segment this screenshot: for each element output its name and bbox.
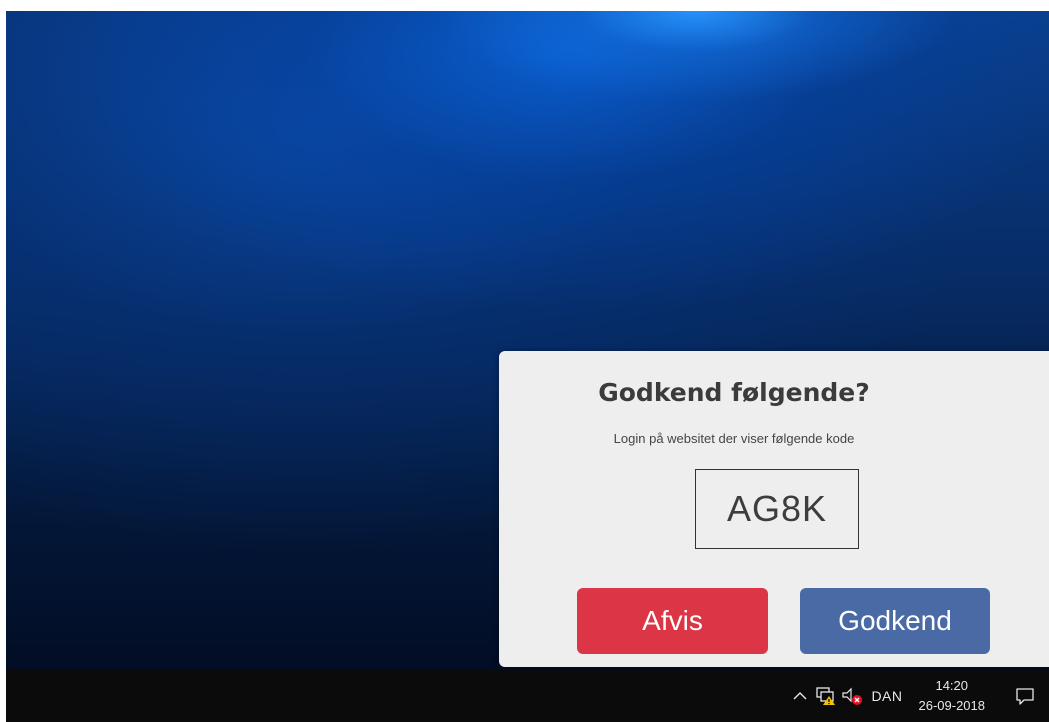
verification-code: AG8K bbox=[695, 469, 859, 549]
reject-button[interactable]: Afvis bbox=[577, 588, 768, 654]
notification-icon[interactable] bbox=[1001, 670, 1049, 722]
taskbar: DAN 14:20 26-09-2018 bbox=[6, 670, 1049, 722]
desktop-screen: Godkend følgende? Login på websitet der … bbox=[6, 11, 1049, 722]
approve-button[interactable]: Godkend bbox=[800, 588, 990, 654]
clock-date: 26-09-2018 bbox=[918, 698, 986, 713]
system-tray: DAN 14:20 26-09-2018 bbox=[787, 670, 1049, 722]
speaker-muted-icon[interactable] bbox=[839, 670, 865, 722]
approval-dialog: Godkend følgende? Login på websitet der … bbox=[499, 351, 1049, 667]
network-warning-icon[interactable] bbox=[813, 670, 839, 722]
input-language[interactable]: DAN bbox=[865, 688, 912, 704]
dialog-subtitle: Login på websitet der viser følgende kod… bbox=[613, 431, 855, 446]
clock-time: 14:20 bbox=[935, 678, 969, 693]
clock[interactable]: 14:20 26-09-2018 bbox=[913, 676, 1002, 716]
dialog-title: Godkend følgende? bbox=[598, 378, 870, 407]
chevron-up-icon[interactable] bbox=[787, 670, 813, 722]
